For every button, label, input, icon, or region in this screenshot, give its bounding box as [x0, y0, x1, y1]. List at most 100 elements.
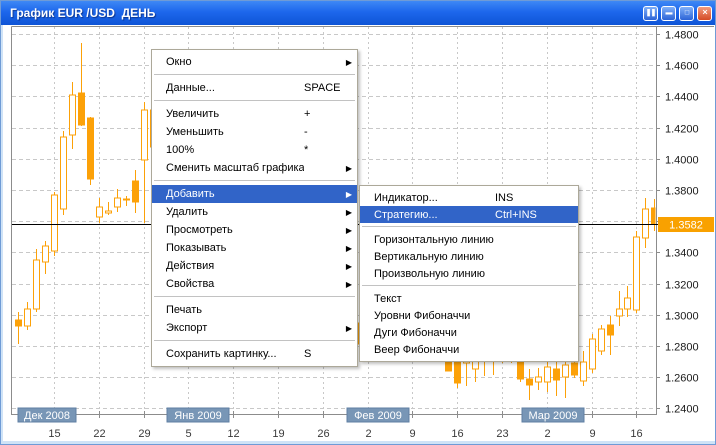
candle — [625, 286, 631, 317]
week-tick-label: 22 — [93, 428, 105, 440]
month-badge: Фев 2009 — [347, 408, 409, 422]
menu-item-horizontal-line[interactable]: Горизонтальную линию — [360, 231, 578, 248]
menu-item-zoom-in[interactable]: Увеличить+ — [152, 105, 357, 123]
menu-item-label: Действия — [166, 260, 304, 272]
menu-item-arbitrary-line[interactable]: Произвольную линию — [360, 265, 578, 282]
candle-body-down — [572, 363, 578, 375]
menu-item-label: 100% — [166, 144, 304, 156]
price-tick-label: 1.3400 — [665, 248, 699, 260]
week-tick-label: 16 — [630, 428, 642, 440]
candle-body-up — [590, 339, 596, 369]
menu-item-zoom-out[interactable]: Уменьшить- — [152, 123, 357, 141]
menu-item-export[interactable]: Экспорт▶ — [152, 319, 357, 337]
minimize-icon: ▬ — [662, 7, 675, 18]
week-tick-label: 12 — [227, 428, 239, 440]
week-tick-label: 16 — [451, 428, 463, 440]
menu-item-shortcut: SPACE — [304, 82, 342, 94]
menu-item-shortcut: S — [304, 348, 342, 360]
submenu-arrow-icon: ▶ — [342, 160, 352, 177]
maximize-icon: □ — [680, 7, 693, 18]
month-badge: Мар 2009 — [522, 408, 584, 422]
menu-item-window[interactable]: Окно▶ — [152, 53, 357, 71]
menu-item-actions[interactable]: Действия ▶ — [152, 257, 357, 275]
candle — [124, 196, 130, 206]
window-title: График EUR /USD ДЕНЬ — [10, 6, 640, 20]
menu-separator — [360, 223, 578, 231]
price-tick-label: 1.3000 — [665, 311, 699, 323]
week-tick-label: 2 — [544, 428, 550, 440]
month-badge: Янв 2009 — [167, 408, 229, 422]
price-tick-label: 1.4600 — [665, 61, 699, 73]
menu-item-label: Данные... — [166, 82, 304, 94]
menu-item-label: Стратегию... — [374, 209, 495, 221]
menu-item-save-picture[interactable]: Сохранить картинку...S — [152, 345, 357, 363]
candle — [527, 369, 533, 400]
maximize-button[interactable]: □ — [679, 6, 694, 21]
submenu-arrow-icon: ▶ — [342, 258, 352, 275]
price-tick-label: 1.3200 — [665, 280, 699, 292]
add-submenu: Индикатор...INSСтратегию...Ctrl+INSГориз… — [359, 185, 579, 362]
submenu-arrow-icon: ▶ — [342, 186, 352, 203]
menu-item-properties[interactable]: Свойства▶ — [152, 275, 357, 293]
menu-item-fibonacci-fan[interactable]: Веер Фибоначчи — [360, 341, 578, 358]
menu-item-add[interactable]: Добавить ▶ — [152, 185, 357, 203]
menu-item-label: Дуги Фибоначчи — [374, 327, 495, 339]
candle-body-up — [115, 198, 121, 207]
close-button[interactable]: ✕ — [697, 6, 712, 21]
menu-item-fibonacci-levels[interactable]: Уровни Фибоначчи — [360, 307, 578, 324]
candle-body-up — [625, 298, 631, 309]
menu-item-label: Сменить масштаб графика — [166, 162, 304, 174]
week-tick-label: 9 — [589, 428, 595, 440]
menu-item-show[interactable]: Показывать▶ — [152, 239, 357, 257]
week-tick-label: 29 — [138, 428, 150, 440]
menu-item-strategy[interactable]: Стратегию...Ctrl+INS — [360, 206, 578, 223]
menu-separator — [152, 337, 357, 345]
menu-item-delete[interactable]: Удалить▶ — [152, 203, 357, 221]
menu-item-change-chart-scale[interactable]: Сменить масштаб графика ▶ — [152, 159, 357, 177]
candle-body-down — [88, 118, 94, 179]
menu-separator — [360, 282, 578, 290]
candle-body-down — [527, 379, 533, 385]
menu-item-zoom-100[interactable]: 100%* — [152, 141, 357, 159]
menu-item-text[interactable]: Текст — [360, 290, 578, 307]
candle-body-up — [563, 365, 569, 377]
candle — [115, 189, 121, 212]
candle — [25, 302, 31, 330]
candle-body-up — [643, 209, 649, 238]
candle-body-up — [70, 95, 76, 135]
menu-item-shortcut: Ctrl+INS — [495, 209, 563, 221]
minimize-button[interactable]: ▬ — [661, 6, 676, 21]
menu-item-label: Добавить — [166, 188, 304, 200]
week-tick-label: 15 — [48, 428, 60, 440]
menu-item-indicator[interactable]: Индикатор...INS — [360, 189, 578, 206]
menu-item-label: Уменьшить — [166, 126, 304, 138]
menu-item-label: Веер Фибоначчи — [374, 344, 495, 356]
candle — [581, 351, 587, 386]
month-badge: Дек 2008 — [18, 408, 76, 422]
menu-item-print[interactable]: Печать — [152, 301, 357, 319]
candle — [554, 362, 560, 396]
menu-item-label: Свойства — [166, 278, 304, 290]
close-icon: ✕ — [698, 7, 711, 18]
menu-item-view[interactable]: Просмотреть▶ — [152, 221, 357, 239]
menu-item-shortcut: * — [304, 144, 342, 156]
candle-body-up — [106, 211, 112, 213]
menu-item-fibonacci-arcs[interactable]: Дуги Фибоначчи — [360, 324, 578, 341]
price-tick-label: 1.4200 — [665, 124, 699, 136]
title-bar[interactable]: График EUR /USD ДЕНЬ ❚❚ ▬ □ ✕ — [1, 1, 716, 25]
price-tick-label: 1.4800 — [665, 30, 699, 42]
menu-item-label: Увеличить — [166, 108, 304, 120]
candle-body-down — [79, 93, 85, 125]
candle — [61, 131, 67, 215]
candle — [608, 316, 614, 355]
candle-body-up — [599, 329, 605, 351]
time-axis: 15222951219262916232916Дек 2008Янв 2009Ф… — [18, 408, 643, 440]
menu-item-data[interactable]: Данные...SPACE — [152, 79, 357, 97]
menu-item-label: Экспорт — [166, 322, 304, 334]
pause-button[interactable]: ❚❚ — [643, 6, 658, 21]
menu-item-vertical-line[interactable]: Вертикальную линию — [360, 248, 578, 265]
candle — [16, 312, 22, 344]
menu-item-label: Индикатор... — [374, 192, 495, 204]
candle-body-up — [634, 237, 640, 310]
month-badge-label: Мар 2009 — [528, 410, 577, 422]
